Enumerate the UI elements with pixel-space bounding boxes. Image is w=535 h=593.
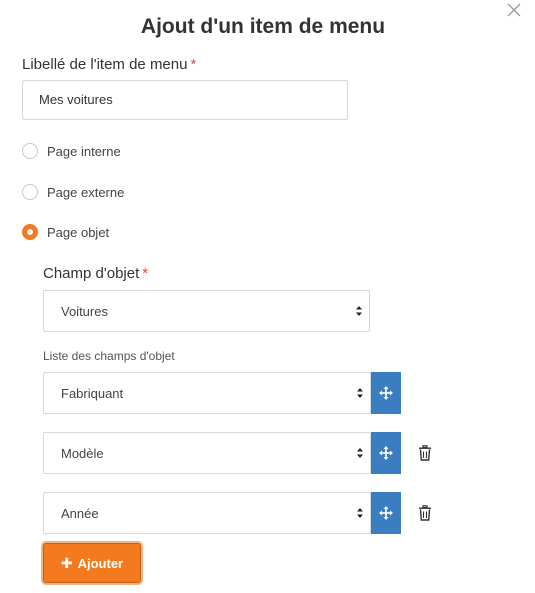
object-field-row-select[interactable]: Année xyxy=(43,492,371,534)
label-field-label-text: Libellé de l'item de menu xyxy=(22,56,188,73)
select-caret-icon xyxy=(357,388,363,398)
radio-circle-checked[interactable] xyxy=(22,224,38,240)
trash-icon xyxy=(419,445,431,461)
radio-page-interne[interactable]: Page interne xyxy=(22,141,121,161)
add-field-button[interactable]: ✚ Ajouter xyxy=(43,543,141,583)
trash-icon xyxy=(419,505,431,521)
select-value: Année xyxy=(61,505,99,521)
radio-label: Page objet xyxy=(47,224,110,240)
object-field-label: Champ d'objet * xyxy=(43,265,148,282)
radio-page-externe[interactable]: Page externe xyxy=(22,182,124,202)
move-arrows-icon xyxy=(379,506,393,520)
delete-row-button[interactable] xyxy=(418,445,432,461)
object-field-select[interactable]: Voitures xyxy=(43,290,370,332)
select-caret-icon xyxy=(357,448,363,458)
drag-handle-button[interactable] xyxy=(371,432,401,474)
drag-handle-button[interactable] xyxy=(371,492,401,534)
delete-row-button[interactable] xyxy=(418,505,432,521)
required-mark: * xyxy=(190,56,197,73)
select-caret-icon xyxy=(357,508,363,518)
dialog-title: Ajout d'un item de menu xyxy=(140,15,386,38)
select-value: Fabriquant xyxy=(61,385,124,401)
object-field-row-select[interactable]: Modèle xyxy=(43,432,371,474)
radio-label: Page externe xyxy=(47,184,125,200)
object-field-label-text: Champ d'objet xyxy=(43,265,140,282)
select-value: Modèle xyxy=(61,445,104,461)
radio-label: Page interne xyxy=(47,143,121,159)
label-field-label: Libellé de l'item de menu * xyxy=(22,56,196,73)
required-mark: * xyxy=(142,265,149,282)
add-button-label: Ajouter xyxy=(77,555,124,571)
select-caret-icon xyxy=(356,306,362,316)
radio-circle[interactable] xyxy=(22,143,38,159)
plus-icon: ✚ xyxy=(60,554,73,571)
select-value: Voitures xyxy=(61,303,108,319)
move-arrows-icon xyxy=(379,446,393,460)
move-arrows-icon xyxy=(379,386,393,400)
label-field-input[interactable]: Mes voitures xyxy=(22,80,348,120)
radio-circle[interactable] xyxy=(22,184,38,200)
object-field-row-select[interactable]: Fabriquant xyxy=(43,372,371,414)
radio-page-objet[interactable]: Page objet xyxy=(22,222,109,242)
object-fields-list-label: Liste des champs d'objet xyxy=(43,349,175,363)
drag-handle-button[interactable] xyxy=(371,372,401,414)
